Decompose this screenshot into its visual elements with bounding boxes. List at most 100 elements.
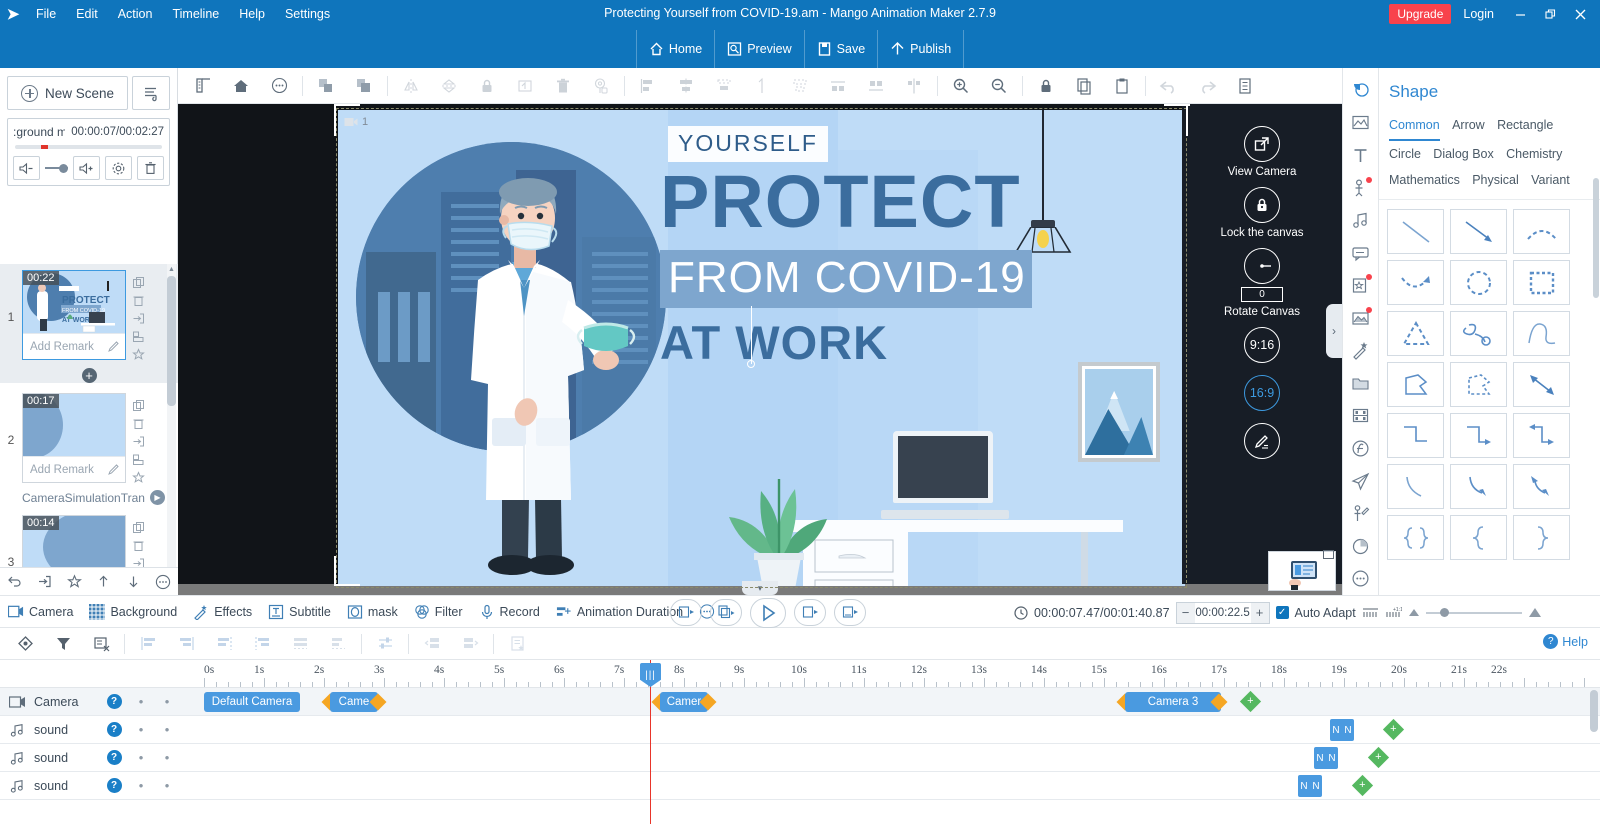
- chart-icon[interactable]: [1346, 530, 1376, 563]
- timeline[interactable]: 0s 1s 2s 3s 4s 5s 6s 7s 8s 9s 10s 11s 12…: [0, 660, 1600, 824]
- filter-tool-button[interactable]: Filter: [406, 595, 471, 628]
- menu-help[interactable]: Help: [229, 2, 275, 26]
- note-icon[interactable]: [498, 629, 536, 659]
- menu-settings[interactable]: Settings: [275, 2, 340, 26]
- tab-physical[interactable]: Physical: [1472, 167, 1519, 193]
- tab-variant[interactable]: Variant: [1531, 167, 1570, 193]
- home-icon[interactable]: [222, 71, 260, 101]
- export-scene-button[interactable]: [129, 433, 147, 450]
- move-left-icon[interactable]: [413, 629, 451, 659]
- preview-all-button[interactable]: [710, 599, 742, 626]
- shape-s-curve-double-arrow[interactable]: [1513, 464, 1570, 509]
- slide-subhead-text[interactable]: FROM COVID-19: [660, 250, 1032, 308]
- ratio-9-16-button[interactable]: 9:16: [1244, 327, 1280, 363]
- shape-brace-right[interactable]: [1513, 515, 1570, 560]
- shape-line[interactable]: [1387, 209, 1444, 254]
- upgrade-button[interactable]: Upgrade: [1389, 4, 1452, 24]
- clear-icon[interactable]: [82, 629, 120, 659]
- timeline-zoom-slider[interactable]: [1425, 603, 1522, 623]
- sound-lane-1[interactable]: N N +: [200, 716, 1600, 744]
- shape-double-arrow[interactable]: [1513, 362, 1570, 407]
- track-lock-toggle[interactable]: •: [154, 694, 180, 709]
- scene-list-view-button[interactable]: [132, 76, 170, 110]
- shape-step-arrow[interactable]: [1450, 413, 1507, 458]
- group-icon[interactable]: [307, 71, 345, 101]
- merge-scene-button[interactable]: [129, 451, 147, 468]
- lock-icon[interactable]: [468, 71, 506, 101]
- align-top-icon[interactable]: [781, 71, 819, 101]
- delete-scene-button[interactable]: [129, 292, 147, 309]
- camera-tool-button[interactable]: Camera: [0, 595, 81, 628]
- shape-panel-scrollbar[interactable]: [1593, 178, 1599, 478]
- distribute-cols-icon[interactable]: [319, 629, 357, 659]
- shape-triangle-dashed[interactable]: [1387, 311, 1444, 356]
- collapse-right-panel-button[interactable]: ›: [1326, 304, 1342, 358]
- plane-icon[interactable]: [1346, 465, 1376, 498]
- more-icon[interactable]: [260, 71, 298, 101]
- favorite-button[interactable]: [64, 572, 84, 592]
- extend-timeline-icon[interactable]: +1:1: [1385, 606, 1402, 620]
- delete-scene-button[interactable]: [129, 537, 147, 554]
- copy-icon[interactable]: [1065, 71, 1103, 101]
- tab-arrow[interactable]: Arrow: [1452, 112, 1485, 138]
- home-button[interactable]: Home: [635, 30, 714, 68]
- shape-wave[interactable]: [1513, 311, 1570, 356]
- timeline-ruler[interactable]: 0s 1s 2s 3s 4s 5s 6s 7s 8s 9s 10s 11s 12…: [0, 660, 1600, 688]
- text-icon[interactable]: [1346, 139, 1376, 172]
- add-keyframe-button[interactable]: +: [1351, 774, 1374, 797]
- lock-canvas-icon[interactable]: [1027, 71, 1065, 101]
- track-visibility-toggle[interactable]: •: [128, 778, 154, 793]
- scene-thumbnail-card[interactable]: 00:17 Add Remark: [22, 393, 126, 483]
- add-keyframe-button[interactable]: +: [1382, 718, 1405, 741]
- scene-item-2[interactable]: 2 00:17 Add Remark CameraSimulationTran …: [0, 387, 178, 509]
- camera-lane[interactable]: Default Camera Came Camer Camera 3 +: [200, 688, 1600, 716]
- slide-canvas[interactable]: YOURSELF PROTECT FROM COVID-19 AT WORK: [338, 110, 1185, 586]
- selection-anchor-dot[interactable]: [747, 360, 755, 368]
- image-icon[interactable]: [1346, 107, 1376, 140]
- add-keyframe-button[interactable]: +: [1367, 746, 1390, 769]
- mask-tool-button[interactable]: mask: [339, 595, 406, 628]
- ratio-16-9-button[interactable]: 16:9: [1244, 375, 1280, 411]
- align-left-icon[interactable]: [629, 71, 667, 101]
- shape-s-curve[interactable]: [1387, 464, 1444, 509]
- effects-tool-button[interactable]: Effects: [185, 595, 260, 628]
- edit-pencil-icon[interactable]: [107, 463, 120, 476]
- lock-canvas-button[interactable]: [1244, 187, 1280, 223]
- align-left-icon[interactable]: [243, 629, 281, 659]
- scene-thumbnail-card[interactable]: 00:22 PROTECT FROM COVID-19 AT WORK Add …: [22, 270, 126, 360]
- canvas-edit-button[interactable]: [1244, 423, 1280, 459]
- scrollbar-thumb[interactable]: [167, 276, 176, 406]
- preview-button[interactable]: Preview: [714, 30, 803, 68]
- effects-icon[interactable]: [1346, 335, 1376, 368]
- music-icon[interactable]: [1346, 204, 1376, 237]
- sound-lane-2[interactable]: N N +: [200, 744, 1600, 772]
- subtitle-tool-button[interactable]: Subtitle: [260, 595, 339, 628]
- shape-curve-arrow[interactable]: [1387, 260, 1444, 305]
- filter-icon[interactable]: [44, 629, 82, 659]
- help-button[interactable]: ? Help: [1543, 634, 1588, 649]
- tab-common[interactable]: Common: [1389, 112, 1440, 141]
- align-right-icon[interactable]: [205, 629, 243, 659]
- tab-circle[interactable]: Circle: [1389, 141, 1421, 167]
- collapse-timeline-button[interactable]: ▾: [742, 581, 778, 595]
- shape-squiggle[interactable]: [1450, 311, 1507, 356]
- scene-item-1[interactable]: 1 00:22 PROTECT FROM COVID-19 AT WORK Ad…: [0, 264, 178, 383]
- zoom-in-icon[interactable]: [942, 71, 980, 101]
- video-icon[interactable]: [1346, 400, 1376, 433]
- menu-edit[interactable]: Edit: [66, 2, 108, 26]
- align-bottom-icon[interactable]: [857, 71, 895, 101]
- track-help[interactable]: ?: [100, 750, 128, 765]
- export-all-button[interactable]: [34, 572, 54, 592]
- question-icon[interactable]: ?: [106, 778, 122, 793]
- duplicate-scene-button[interactable]: [129, 274, 147, 291]
- shape-icon[interactable]: [1346, 74, 1376, 107]
- question-icon[interactable]: ?: [106, 694, 122, 709]
- audio-settings-button[interactable]: [105, 156, 132, 180]
- scene-remark[interactable]: Add Remark: [23, 456, 125, 482]
- track-lock-toggle[interactable]: •: [154, 722, 180, 737]
- fit-timeline-icon[interactable]: [1362, 606, 1379, 620]
- track-lock-toggle[interactable]: •: [154, 750, 180, 765]
- keyframe-icon[interactable]: [6, 629, 44, 659]
- restore-button[interactable]: [1536, 3, 1564, 25]
- shape-arc-dashed[interactable]: [1513, 209, 1570, 254]
